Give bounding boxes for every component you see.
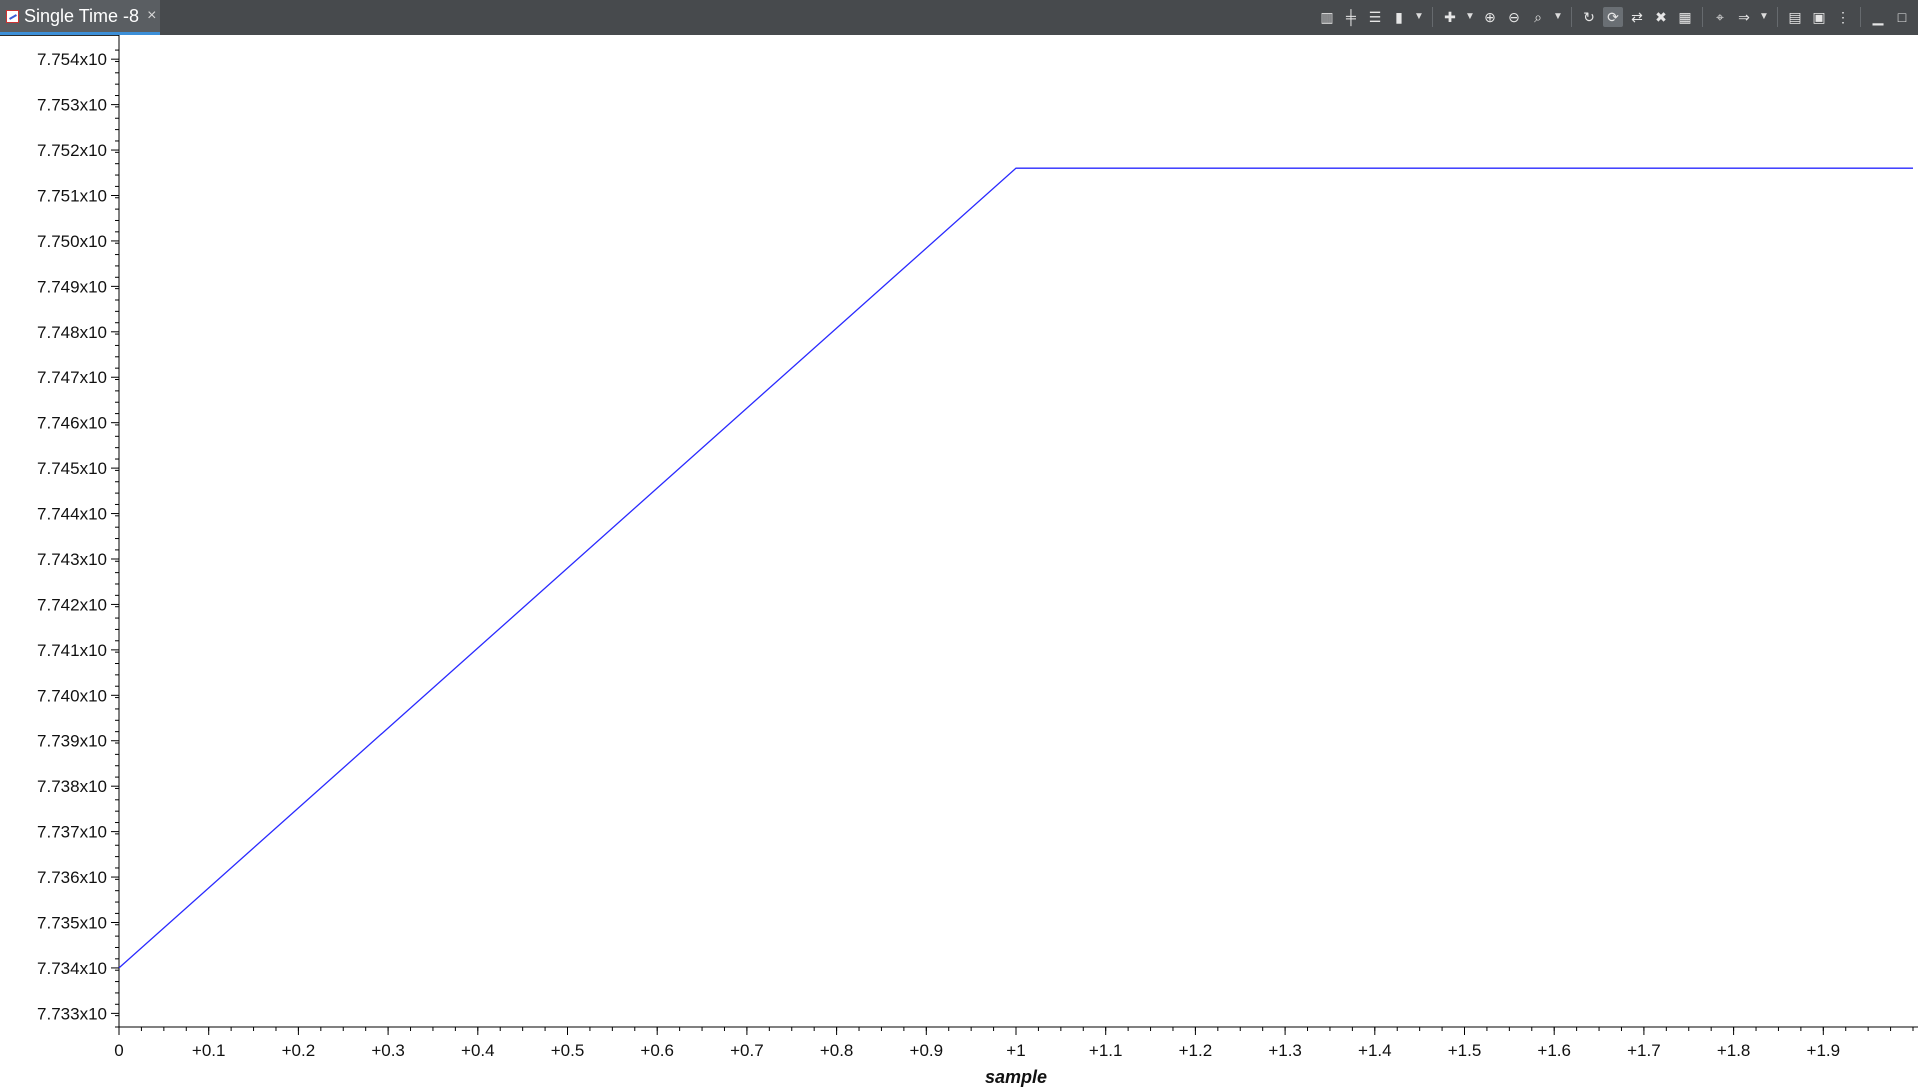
y-tick-label: 7.741x10 — [37, 641, 107, 660]
x-tick-label: +1 — [1006, 1041, 1025, 1060]
y-tick-label: 7.746x10 — [37, 414, 107, 433]
x-tick-label: +1.2 — [1179, 1041, 1213, 1060]
stop-refresh-icon[interactable]: ✖ — [1651, 7, 1671, 27]
x-tick-label: +0.6 — [640, 1041, 674, 1060]
x-tick-label: +0.2 — [282, 1041, 316, 1060]
plot-area — [119, 35, 1918, 1027]
x-tick-label: +0.1 — [192, 1041, 226, 1060]
zoom-out-icon[interactable]: ⊖ — [1504, 7, 1524, 27]
x-tick-label: +0.8 — [820, 1041, 854, 1060]
x-tick-label: +0.3 — [371, 1041, 405, 1060]
toolbar-separator — [1777, 7, 1778, 27]
export-icon[interactable]: ▦ — [1675, 7, 1695, 27]
x-tick-label: +1.5 — [1448, 1041, 1482, 1060]
color-bars-icon[interactable]: ▮ — [1389, 7, 1409, 27]
y-tick-label: 7.749x10 — [37, 277, 107, 296]
refresh-icon[interactable]: ↻ — [1579, 7, 1599, 27]
dropdown-4-icon[interactable]: ▼ — [1758, 7, 1770, 27]
y-tick-label: 7.744x10 — [37, 505, 107, 524]
x-tick-label: +0.4 — [461, 1041, 495, 1060]
cursor-icon[interactable]: ⌖ — [1710, 7, 1730, 27]
close-icon[interactable]: × — [147, 7, 156, 25]
tab-bar: Single Time -8 × ▥ ╪ ☰ ▮ ▼ ✚ ▼ ⊕ ⊖ ⌕ ▼ ↻ ⟳ ⇄ ✖ ▦ ⌖ ⇒ ▼ ▤ ▣ ⋮ ▁… — [0, 0, 1918, 36]
x-tick-label: +1.3 — [1268, 1041, 1302, 1060]
y-tick-label: 7.739x10 — [37, 732, 107, 751]
dropdown-2-icon[interactable]: ▼ — [1464, 7, 1476, 27]
y-tick-label: 7.735x10 — [37, 913, 107, 932]
x-tick-label: +0.7 — [730, 1041, 764, 1060]
graph-view-window: Single Time -8 × ▥ ╪ ☰ ▮ ▼ ✚ ▼ ⊕ ⊖ ⌕ ▼ ↻ ⟳ ⇄ ✖ ▦ ⌖ ⇒ ▼ ▤ ▣ ⋮ ▁… — [0, 0, 1918, 1092]
align-center-icon[interactable]: ╪ — [1341, 7, 1361, 27]
x-tick-label: +0.9 — [910, 1041, 944, 1060]
panel-icon[interactable]: ▣ — [1809, 7, 1829, 27]
sync-icon[interactable]: ⇄ — [1627, 7, 1647, 27]
y-tick-label: 7.748x10 — [37, 323, 107, 342]
x-tick-label: 0 — [114, 1041, 123, 1060]
y-tick-label: 7.754x10 — [37, 50, 107, 69]
dropdown-1-icon[interactable]: ▼ — [1413, 7, 1425, 27]
minimize-icon[interactable]: ▁ — [1868, 7, 1888, 27]
x-axis-title: sample — [985, 1067, 1047, 1087]
y-tick-label: 7.743x10 — [37, 550, 107, 569]
y-tick-label: 7.751x10 — [37, 186, 107, 205]
maximize-icon[interactable]: □ — [1892, 7, 1912, 27]
view-columns-icon[interactable]: ▥ — [1317, 7, 1337, 27]
y-tick-label: 7.745x10 — [37, 459, 107, 478]
y-tick-label: 7.734x10 — [37, 959, 107, 978]
x-tick-label: +0.5 — [551, 1041, 585, 1060]
y-tick-label: 7.753x10 — [37, 96, 107, 115]
continuous-refresh-icon[interactable]: ⟳ — [1603, 7, 1623, 27]
toolbar-separator — [1432, 7, 1433, 27]
x-tick-label: +1.7 — [1627, 1041, 1661, 1060]
toolbar-separator — [1571, 7, 1572, 27]
y-tick-label: 7.747x10 — [37, 368, 107, 387]
y-tick-label: 7.750x10 — [37, 232, 107, 251]
more-options-icon[interactable]: ⋮ — [1833, 7, 1853, 27]
toolbar-separator — [1702, 7, 1703, 27]
y-tick-label: 7.740x10 — [37, 686, 107, 705]
arrow-right-icon[interactable]: ⇒ — [1734, 7, 1754, 27]
x-tick-label: +1.4 — [1358, 1041, 1392, 1060]
y-tick-label: 7.737x10 — [37, 823, 107, 842]
graph-toolbar: ▥ ╪ ☰ ▮ ▼ ✚ ▼ ⊕ ⊖ ⌕ ▼ ↻ ⟳ ⇄ ✖ ▦ ⌖ ⇒ ▼ ▤ ▣ ⋮ ▁ □ — [1317, 4, 1912, 30]
toolbar-separator — [1860, 7, 1861, 27]
y-tick-label: 7.752x10 — [37, 141, 107, 160]
x-tick-label: +1.9 — [1807, 1041, 1841, 1060]
y-tick-label: 7.736x10 — [37, 868, 107, 887]
x-tick-label: +1.1 — [1089, 1041, 1123, 1060]
graph-icon — [6, 9, 19, 23]
tab-title: Single Time -8 — [24, 5, 140, 26]
y-tick-label: 7.733x10 — [37, 1004, 107, 1023]
x-tick-label: +1.6 — [1537, 1041, 1571, 1060]
x-tick-label: +1.8 — [1717, 1041, 1751, 1060]
y-tick-label: 7.742x10 — [37, 595, 107, 614]
layout-rows-icon[interactable]: ☰ — [1365, 7, 1385, 27]
tab-single-time[interactable]: Single Time -8 × — [0, 0, 160, 35]
line-chart: 7.754x10 7.753x10 7.752x10 7.751x10 7.750x10… — [37, 35, 1918, 1087]
zoom-fit-icon[interactable]: ⌕ — [1528, 7, 1548, 27]
properties-icon[interactable]: ▤ — [1785, 7, 1805, 27]
dropdown-3-icon[interactable]: ▼ — [1552, 7, 1564, 27]
add-graph-icon[interactable]: ✚ — [1440, 7, 1460, 27]
zoom-in-icon[interactable]: ⊕ — [1480, 7, 1500, 27]
y-tick-label: 7.738x10 — [37, 777, 107, 796]
